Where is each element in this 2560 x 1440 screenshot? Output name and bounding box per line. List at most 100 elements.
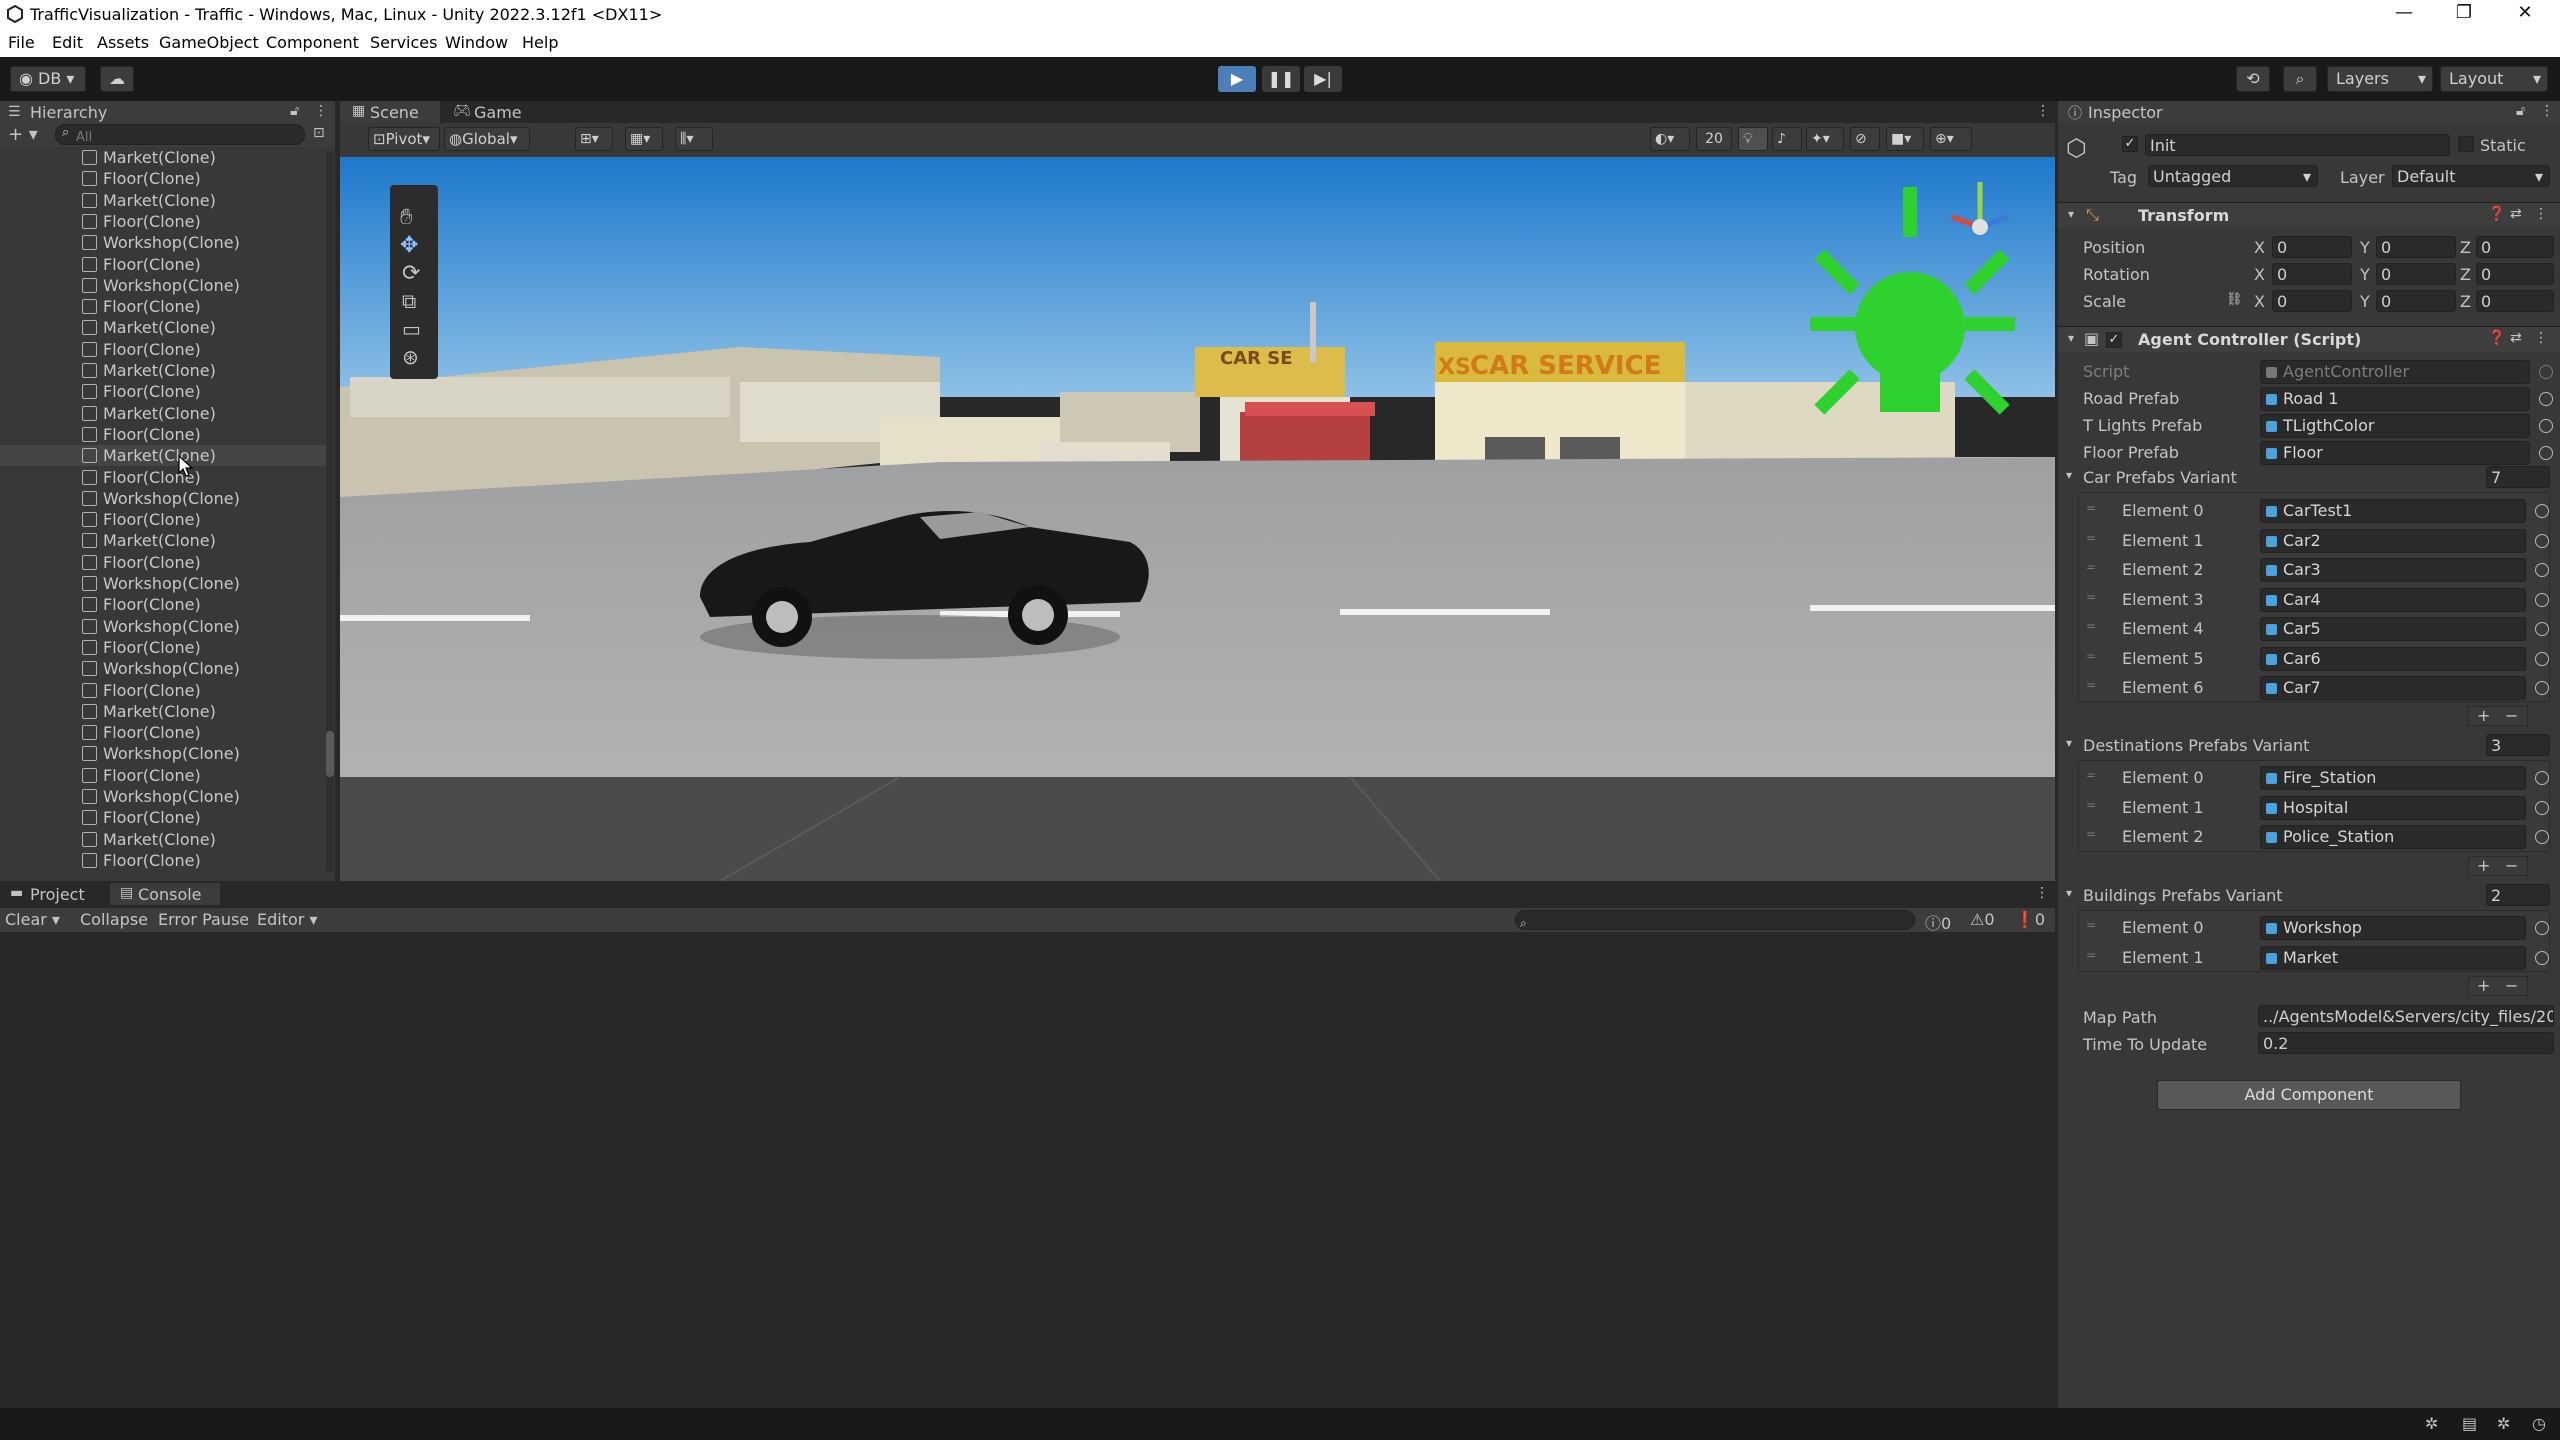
menu-gameobject[interactable]: GameObject bbox=[159, 33, 259, 52]
active-checkbox[interactable]: ✓ bbox=[2122, 136, 2138, 152]
scale-x-field[interactable]: 0 bbox=[2272, 290, 2352, 312]
account-dropdown[interactable]: ◉ DB ▾ bbox=[10, 66, 86, 92]
lighting-toggle[interactable]: 💡︎ bbox=[1738, 127, 1768, 151]
tab-hierarchy[interactable]: Hierarchy bbox=[0, 101, 335, 123]
destinations-label[interactable]: Destinations Prefabs Variant bbox=[2083, 736, 2309, 755]
scene-viewport[interactable]: CAR SERVICE XS CAR SE ✋︎ ✥ ⟳ ⧉ ▭ ⊛ bbox=[340, 157, 2055, 881]
object-picker-icon[interactable] bbox=[2535, 681, 2549, 695]
hierarchy-item[interactable]: Workshop(Clone) bbox=[0, 616, 330, 637]
object-picker-icon[interactable] bbox=[2535, 592, 2549, 607]
object-picker-icon[interactable] bbox=[2535, 771, 2549, 785]
element-object-field[interactable]: Car6 bbox=[2260, 646, 2549, 671]
position-z-field[interactable]: 0 bbox=[2476, 236, 2554, 258]
hierarchy-item[interactable]: Workshop(Clone) bbox=[0, 232, 330, 253]
hierarchy-item[interactable]: Floor(Clone) bbox=[0, 296, 330, 317]
gizmos-button[interactable]: ⊕▾ bbox=[1930, 127, 1972, 151]
preset-icon[interactable]: ⇄ bbox=[2510, 206, 2522, 222]
hierarchy-item[interactable]: Workshop(Clone) bbox=[0, 488, 330, 509]
drag-handle-icon[interactable]: = bbox=[2086, 649, 2096, 663]
buildings-count[interactable]: 2 bbox=[2486, 884, 2550, 906]
preset-icon[interactable]: ⇄ bbox=[2510, 330, 2522, 346]
chevron-down-icon[interactable]: ▾ bbox=[2066, 886, 2072, 900]
menu-component[interactable]: Component bbox=[266, 33, 359, 52]
hierarchy-item[interactable]: Workshop(Clone) bbox=[0, 275, 330, 296]
more-options-icon[interactable]: ⋮ bbox=[2035, 885, 2049, 901]
enabled-checkbox[interactable]: ✓ bbox=[2106, 332, 2122, 348]
hierarchy-item[interactable]: Floor(Clone) bbox=[0, 467, 330, 488]
scrollbar-thumb[interactable] bbox=[326, 731, 334, 777]
drag-handle-icon[interactable]: = bbox=[2086, 918, 2096, 932]
network-icon[interactable]: ✲ bbox=[2497, 1414, 2510, 1433]
add-element-button[interactable]: + bbox=[2477, 856, 2490, 875]
editor-dropdown[interactable]: Editor ▾ bbox=[257, 910, 317, 929]
add-element-button[interactable]: + bbox=[2477, 706, 2490, 725]
transform-header[interactable]: ▾ ⤡ Transform ❓ ⇄ ⋮ bbox=[2058, 202, 2560, 228]
lock-icon[interactable]: 🔓︎ bbox=[2516, 103, 2525, 119]
more-options-icon[interactable]: ⋮ bbox=[2540, 103, 2554, 119]
chevron-down-icon[interactable]: ▾ bbox=[2066, 468, 2072, 482]
collapse-button[interactable]: Collapse bbox=[80, 910, 148, 929]
tlights-prefab-field[interactable]: TLigthColor bbox=[2260, 414, 2553, 438]
hierarchy-item[interactable]: Market(Clone) bbox=[0, 701, 330, 722]
menu-window[interactable]: Window bbox=[445, 33, 508, 52]
tag-dropdown[interactable]: Untagged ▾ bbox=[2148, 165, 2318, 187]
element-object-field[interactable]: Market bbox=[2260, 945, 2549, 970]
bug-icon[interactable]: ✲ bbox=[2425, 1414, 2438, 1433]
pause-button[interactable]: ❚❚ bbox=[1262, 66, 1300, 92]
menu-edit[interactable]: Edit bbox=[52, 33, 83, 52]
drag-handle-icon[interactable]: = bbox=[2086, 619, 2096, 633]
position-y-field[interactable]: 0 bbox=[2376, 236, 2456, 258]
camera-settings-button[interactable]: ■▾ bbox=[1886, 127, 1924, 151]
drag-handle-icon[interactable]: = bbox=[2086, 678, 2096, 692]
shading-mode-button[interactable]: ◐▾ bbox=[1650, 127, 1690, 151]
drag-handle-icon[interactable]: = bbox=[2086, 827, 2096, 841]
drag-handle-icon[interactable]: = bbox=[2086, 531, 2096, 545]
snap-increment-button[interactable]: ▦▾ bbox=[625, 127, 663, 151]
hidden-objects-toggle[interactable]: ⊘ bbox=[1850, 127, 1880, 151]
hierarchy-item[interactable]: Market(Clone) bbox=[0, 530, 330, 551]
position-x-field[interactable]: 0 bbox=[2272, 236, 2352, 258]
more-options-icon[interactable]: ⋮ bbox=[2534, 330, 2548, 346]
grid-snap-button[interactable]: ⊞▾ bbox=[575, 127, 613, 151]
layer-dropdown[interactable]: Default ▾ bbox=[2392, 165, 2550, 187]
progress-icon[interactable]: ◷ bbox=[2532, 1414, 2546, 1433]
remove-element-button[interactable]: − bbox=[2505, 856, 2518, 875]
drag-handle-icon[interactable]: = bbox=[2086, 590, 2096, 604]
more-options-icon[interactable]: ⋮ bbox=[2036, 103, 2050, 119]
remove-element-button[interactable]: − bbox=[2505, 976, 2518, 995]
audio-toggle[interactable]: ♪ bbox=[1772, 127, 1802, 151]
hierarchy-item[interactable]: Market(Clone) bbox=[0, 445, 330, 467]
layout-dropdown[interactable]: Layout ▾ bbox=[2440, 66, 2548, 92]
destinations-count[interactable]: 3 bbox=[2486, 734, 2550, 756]
object-picker-icon[interactable] bbox=[2535, 651, 2549, 666]
element-object-field[interactable]: Car2 bbox=[2260, 528, 2549, 553]
align-button[interactable]: ⫼▾ bbox=[675, 127, 713, 151]
effects-toggle[interactable]: ✦▾ bbox=[1806, 127, 1844, 151]
object-picker-icon[interactable] bbox=[2535, 504, 2549, 518]
element-object-field[interactable]: Car4 bbox=[2260, 587, 2549, 612]
element-object-field[interactable]: Police_Station bbox=[2260, 825, 2549, 849]
element-object-field[interactable]: Fire_Station bbox=[2260, 766, 2549, 790]
hierarchy-item[interactable]: Workshop(Clone) bbox=[0, 658, 330, 679]
hierarchy-item[interactable]: Floor(Clone) bbox=[0, 339, 330, 360]
object-picker-icon[interactable] bbox=[2539, 392, 2553, 406]
hierarchy-item[interactable]: Floor(Clone) bbox=[0, 254, 330, 275]
remove-element-button[interactable]: − bbox=[2505, 706, 2518, 725]
hierarchy-item[interactable]: Floor(Clone) bbox=[0, 424, 330, 445]
history-button[interactable]: ⟲ bbox=[2236, 66, 2270, 92]
object-name-input[interactable]: Init bbox=[2145, 134, 2450, 156]
rotation-x-field[interactable]: 0 bbox=[2272, 263, 2352, 285]
hierarchy-item[interactable]: Floor(Clone) bbox=[0, 509, 330, 530]
hierarchy-item[interactable]: Market(Clone) bbox=[0, 403, 330, 424]
hand-tool-icon[interactable]: ✋︎ bbox=[400, 205, 413, 230]
help-icon[interactable]: ❓ bbox=[2488, 206, 2505, 222]
add-icon[interactable]: + ▾ bbox=[8, 124, 38, 145]
hierarchy-item[interactable]: Floor(Clone) bbox=[0, 850, 330, 871]
step-button[interactable]: ▶| bbox=[1304, 66, 1342, 92]
cloud-button[interactable]: ☁ bbox=[100, 66, 134, 92]
hierarchy-item[interactable]: Floor(Clone) bbox=[0, 594, 330, 615]
hierarchy-item[interactable]: Workshop(Clone) bbox=[0, 573, 330, 594]
clear-button[interactable]: Clear ▾ bbox=[5, 910, 60, 929]
chevron-down-icon[interactable]: ▾ bbox=[2066, 736, 2072, 750]
rotation-z-field[interactable]: 0 bbox=[2476, 263, 2554, 285]
